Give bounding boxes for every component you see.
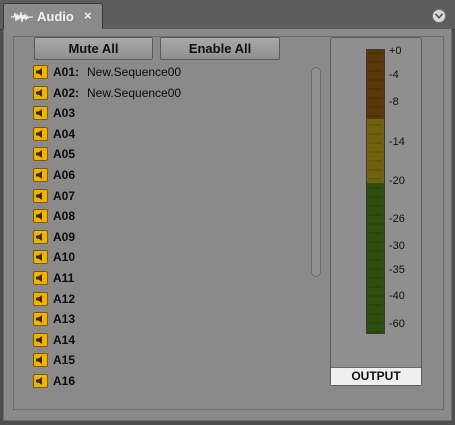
speaker-icon[interactable] [33, 147, 48, 162]
speaker-icon[interactable] [33, 168, 48, 182]
track-row: A12 [33, 290, 293, 308]
track-name: A09 [53, 229, 76, 244]
speaker-icon[interactable] [33, 374, 48, 388]
speaker-icon[interactable] [33, 106, 48, 121]
track-row: A02: New.Sequence00 [33, 84, 293, 102]
track-row: A04 [33, 125, 293, 143]
meter-zone-low [367, 183, 384, 333]
track-name: A01: [53, 65, 80, 79]
speaker-icon[interactable] [33, 332, 48, 347]
meter-zone-mid [367, 119, 384, 183]
meter-scale-label: -8 [389, 96, 399, 108]
track-name: A13 [53, 312, 76, 327]
track-row: A14 [33, 331, 293, 349]
track-row: A07 [33, 187, 293, 205]
speaker-icon[interactable] [33, 353, 48, 368]
meter-zone-high [367, 50, 384, 119]
track-row: A10 [33, 248, 293, 266]
track-sequence: New.Sequence00 [87, 85, 182, 100]
track-name: A10 [53, 250, 76, 265]
track-name: A14 [53, 332, 76, 347]
meter-scale-label: -60 [389, 318, 405, 330]
speaker-icon[interactable] [33, 250, 48, 265]
meter-scale-label: -26 [389, 213, 405, 225]
meter-scale-label: -4 [389, 69, 399, 81]
track-row: A13 [33, 310, 293, 328]
speaker-icon[interactable] [33, 188, 48, 203]
track-name: A08 [53, 209, 76, 224]
track-row: A15 [33, 351, 293, 369]
track-name: A07 [53, 188, 76, 203]
speaker-icon[interactable] [33, 312, 48, 327]
speaker-icon[interactable] [33, 126, 48, 141]
track-name: A06 [53, 168, 76, 182]
audio-waveform-icon [11, 11, 33, 23]
output-meter-bar [366, 49, 385, 334]
speaker-icon[interactable] [33, 229, 48, 244]
meter-scale-label: -30 [389, 240, 405, 252]
tab-audio[interactable]: Audio × [3, 3, 103, 30]
speaker-icon[interactable] [33, 271, 48, 285]
enable-all-button[interactable]: Enable All [160, 37, 280, 60]
track-name: A05 [53, 147, 76, 162]
speaker-icon[interactable] [33, 65, 48, 79]
mute-all-button[interactable]: Mute All [34, 37, 153, 60]
speaker-icon[interactable] [33, 85, 48, 100]
track-name: A16 [53, 374, 76, 388]
tab-title: Audio [37, 9, 74, 24]
track-row: A03 [33, 104, 293, 122]
meter-scale-label: +0 [389, 45, 402, 57]
close-icon[interactable]: × [84, 8, 92, 23]
track-row: A09 [33, 228, 293, 246]
meter-scale-label: -20 [389, 175, 405, 187]
track-name: A15 [53, 353, 76, 368]
track-row: A05 [33, 145, 293, 163]
track-name: A03 [53, 106, 76, 121]
meter-scale-label: -35 [389, 264, 405, 276]
meter-scale-label: -40 [389, 290, 405, 302]
panel-menu-button[interactable] [432, 9, 446, 23]
panel-tab-bar: Audio × [0, 0, 455, 30]
speaker-icon[interactable] [33, 291, 48, 306]
meter-scale-label: -14 [389, 136, 405, 148]
track-row: A06 [33, 166, 293, 184]
chevron-down-icon [435, 13, 443, 19]
track-row: A16 [33, 372, 293, 390]
track-name: A02: [53, 85, 80, 100]
track-list-scrollbar[interactable] [311, 67, 321, 277]
track-name: A12 [53, 291, 76, 306]
track-row: A11 [33, 269, 293, 287]
output-label: OUTPUT [331, 367, 421, 385]
track-row: A01: New.Sequence00 [33, 63, 293, 81]
speaker-icon[interactable] [33, 209, 48, 224]
track-row: A08 [33, 207, 293, 225]
track-sequence: New.Sequence00 [87, 65, 182, 79]
track-name: A11 [53, 271, 75, 285]
track-name: A04 [53, 126, 76, 141]
